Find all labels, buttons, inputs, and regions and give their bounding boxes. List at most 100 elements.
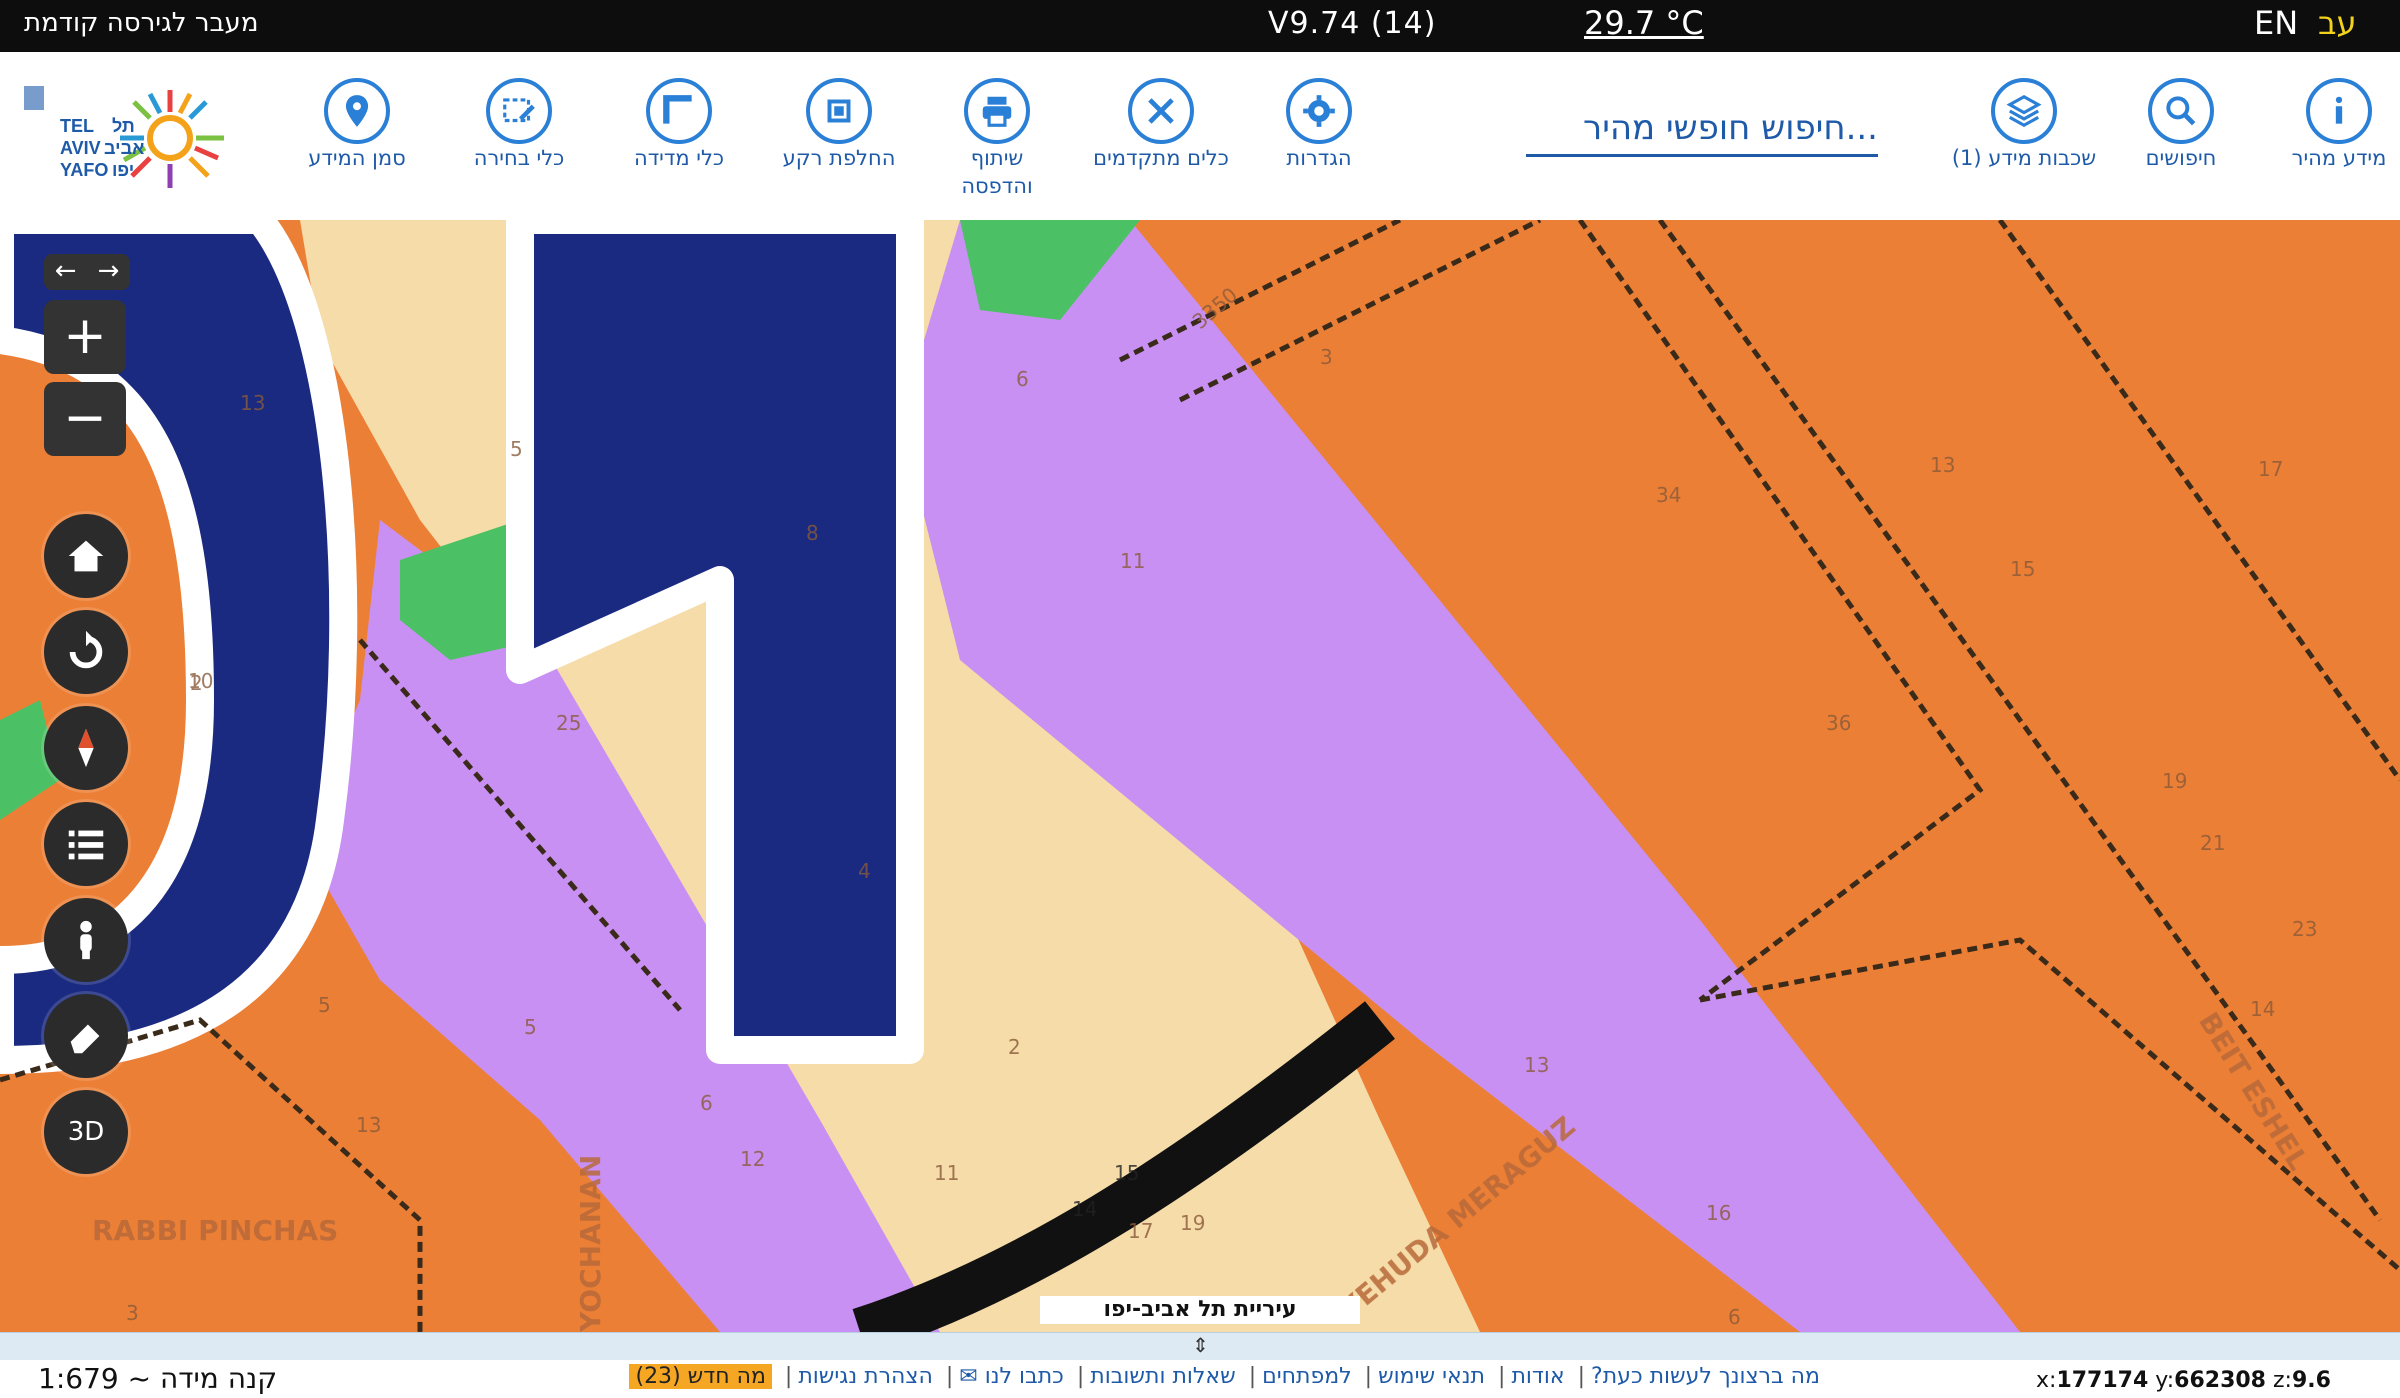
eraser-button[interactable] — [44, 994, 128, 1078]
coord-z-value: 9.6 — [2291, 1368, 2331, 1393]
home-button[interactable] — [44, 514, 128, 598]
tools-icon — [1128, 78, 1194, 144]
coord-z-label: z: — [2273, 1368, 2292, 1393]
parcel-number: 10 — [188, 669, 213, 693]
compass-button[interactable] — [44, 706, 128, 790]
panel-splitter[interactable]: ⇕ — [0, 1332, 2400, 1362]
scale-label: קנה מידה ~ 1:679 — [38, 1362, 278, 1395]
coordinates-readout: x:177174 y:662308 z:9.6 — [2036, 1368, 2331, 1393]
select-icon — [486, 78, 552, 144]
tool-select-button[interactable]: כלי בחירה — [444, 78, 594, 172]
marker-icon — [324, 78, 390, 144]
version-label: V9.74 (14) — [1268, 6, 1437, 41]
street-view-button[interactable] — [44, 898, 128, 982]
zoom-in-button[interactable]: + — [44, 300, 126, 374]
parcel-number: 25 — [556, 711, 581, 735]
coord-x-label: x: — [2036, 1368, 2057, 1393]
footer-link-accessibility[interactable]: הצהרת נגישות — [798, 1364, 933, 1389]
3d-button[interactable]: 3D — [44, 1090, 128, 1174]
parcel-number: 36 — [1826, 711, 1851, 735]
parcel-number: 6 — [700, 1091, 713, 1115]
tool-share-print-button[interactable]: שיתוף והדפסה — [922, 78, 1072, 200]
legend-button[interactable] — [44, 802, 128, 886]
parcel-number: 12 — [740, 1147, 765, 1171]
back-arrow-icon[interactable]: ← — [44, 254, 87, 290]
zoom-out-button[interactable]: − — [44, 382, 126, 456]
footer-link-what-now[interactable]: מה ברצונך לעשות כעת? — [1591, 1364, 1820, 1389]
parcel-number: 13 — [356, 1113, 381, 1137]
tool-label: הגדרות — [1286, 146, 1352, 170]
refresh-button[interactable] — [44, 610, 128, 694]
municipal-emblem-icon — [24, 86, 44, 110]
top-bar: מעבר לגירסה קודמת V9.74 (14) 29.7 °C EN … — [0, 0, 2400, 52]
eraser-icon — [70, 1024, 100, 1054]
parcel-number: 21 — [2200, 831, 2225, 855]
basemap-icon — [806, 78, 872, 144]
footer-link-about[interactable]: אודות — [1511, 1364, 1564, 1389]
tool-label: חיפושים — [2145, 146, 2217, 170]
footer-link-faq[interactable]: שאלות ותשובות — [1090, 1364, 1235, 1389]
tool-layers-button[interactable]: שכבות מידע (1) — [1946, 78, 2102, 172]
gear-icon — [1286, 78, 1352, 144]
tool-searches-button[interactable]: חיפושים — [2106, 78, 2256, 172]
tool-info-marker-button[interactable]: סמן המידע — [282, 78, 432, 172]
logo-text-he3: יפו — [112, 160, 134, 180]
parcel-number: 6 — [1728, 1305, 1741, 1329]
tool-label: החלפת רקע — [782, 146, 896, 170]
footer-link-contact[interactable]: כתבו לנו ✉ — [959, 1364, 1064, 1389]
parcel-number: 16 — [1706, 1201, 1731, 1225]
print-icon — [964, 78, 1030, 144]
layers-icon — [1991, 78, 2057, 144]
parcel-number: 11 — [934, 1161, 959, 1185]
parcel-number: 17 — [2258, 457, 2283, 481]
main-toolbar: TEL AVIV YAFO תל אביב יפו מידע מהיר חיפו… — [0, 52, 2400, 221]
status-bar: קנה מידה ~ 1:679 מה ברצונך לעשות כעת?| א… — [0, 1360, 2400, 1398]
tool-label: סמן המידע — [308, 146, 406, 170]
parcel-number: 23 — [2292, 917, 2317, 941]
tool-quick-info-button[interactable]: מידע מהיר — [2264, 78, 2400, 172]
home-icon — [68, 540, 104, 572]
logo-text-en1: TEL — [60, 116, 94, 136]
street-view-icon — [80, 920, 92, 960]
parcel-number: 13 — [240, 391, 265, 415]
language-he-button[interactable]: עב — [2318, 4, 2357, 42]
footer-link-developers[interactable]: למפתחים — [1262, 1364, 1352, 1389]
tool-measure-button[interactable]: כלי מדידה — [604, 78, 754, 172]
street-label: YOCHANAN — [574, 1155, 607, 1332]
tool-label: כלי מדידה — [633, 146, 725, 170]
language-en-button[interactable]: EN — [2254, 4, 2298, 42]
parcel-number: 19 — [2162, 769, 2187, 793]
map-canvas[interactable]: 13 5 2 8 6 3 3350 13 34 17 15 36 19 21 2… — [0, 220, 2400, 1332]
parcel-number: 2 — [1008, 1035, 1021, 1059]
tel-aviv-logo[interactable]: TEL AVIV YAFO תל אביב יפו — [20, 82, 250, 200]
history-nav: ← → — [44, 254, 130, 290]
parcel-number: 5 — [510, 437, 523, 461]
tool-label: שיתוף והדפסה — [961, 146, 1033, 198]
footer-link-terms[interactable]: תנאי שימוש — [1378, 1364, 1485, 1389]
whats-new-badge[interactable]: מה חדש (23) — [629, 1364, 772, 1389]
zoning-map[interactable]: 13 5 2 8 6 3 3350 13 34 17 15 36 19 21 2… — [0, 220, 2400, 1332]
search-icon — [2148, 78, 2214, 144]
parcel-number: 17 — [1128, 1219, 1153, 1243]
tool-advanced-button[interactable]: כלים מתקדמים — [1086, 78, 1236, 172]
parcel-number: 14 — [2250, 997, 2275, 1021]
tool-label: מידע מהיר — [2291, 146, 2387, 170]
logo-text-he2: אביב — [104, 138, 144, 158]
splitter-grip-icon[interactable]: ⇕ — [1192, 1333, 1209, 1357]
map-credit: עיריית תל אביב-יפו — [1040, 1296, 1360, 1324]
tool-settings-button[interactable]: הגדרות — [1244, 78, 1394, 172]
previous-version-link[interactable]: מעבר לגירסה קודמת — [24, 8, 258, 38]
parcel-number: 4 — [858, 859, 871, 883]
legend-list-icon — [68, 830, 104, 860]
tool-label: כלי בחירה — [473, 146, 565, 170]
quick-search-input[interactable]: חיפוש חופשי מהיר... — [1526, 98, 1878, 157]
temperature-link[interactable]: 29.7 °C — [1584, 4, 1704, 42]
coord-x-value: 177174 — [2056, 1368, 2149, 1393]
compass-icon — [78, 728, 94, 768]
tool-label: שכבות מידע (1) — [1951, 146, 2097, 170]
refresh-icon — [69, 630, 103, 669]
tool-basemap-button[interactable]: החלפת רקע — [764, 78, 914, 172]
parcel-number: 11 — [1120, 549, 1145, 573]
forward-arrow-icon[interactable]: → — [87, 254, 130, 290]
parcel-number: 3 — [126, 1301, 139, 1325]
